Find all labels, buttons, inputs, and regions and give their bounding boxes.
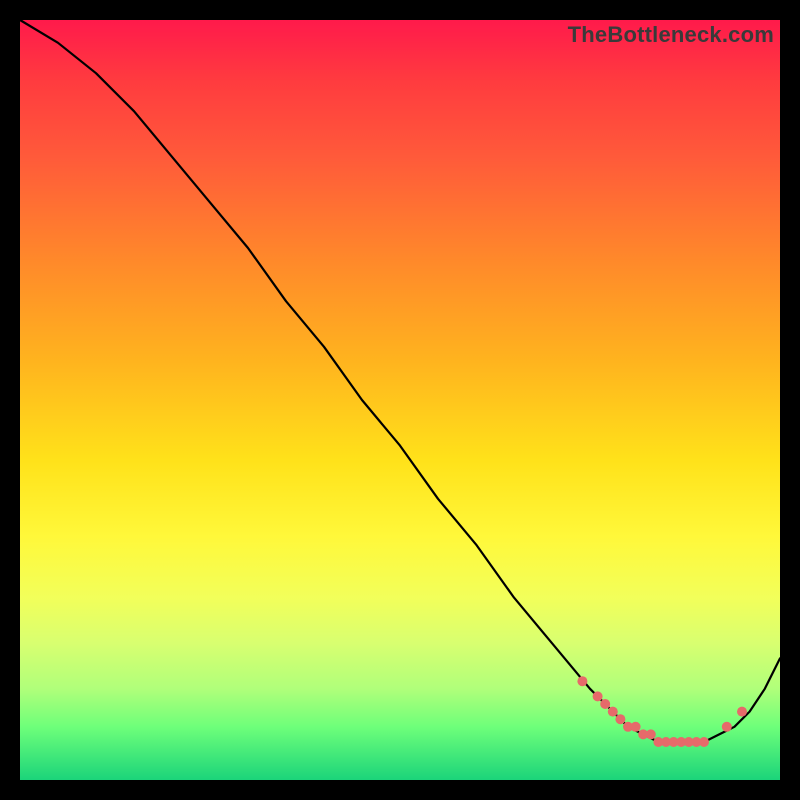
- highlight-dot: [646, 729, 656, 739]
- highlight-dot: [737, 707, 747, 717]
- highlight-dots: [577, 676, 747, 747]
- watermark-text: TheBottleneck.com: [568, 22, 774, 48]
- highlight-dot: [577, 676, 587, 686]
- highlight-dot: [722, 722, 732, 732]
- highlight-dot: [600, 699, 610, 709]
- highlight-dot: [631, 722, 641, 732]
- highlight-dot: [615, 714, 625, 724]
- highlight-dot: [608, 707, 618, 717]
- highlight-dot: [699, 737, 709, 747]
- chart-frame: TheBottleneck.com: [20, 20, 780, 780]
- bottleneck-curve: [20, 20, 780, 742]
- highlight-dot: [593, 691, 603, 701]
- chart-svg: [20, 20, 780, 780]
